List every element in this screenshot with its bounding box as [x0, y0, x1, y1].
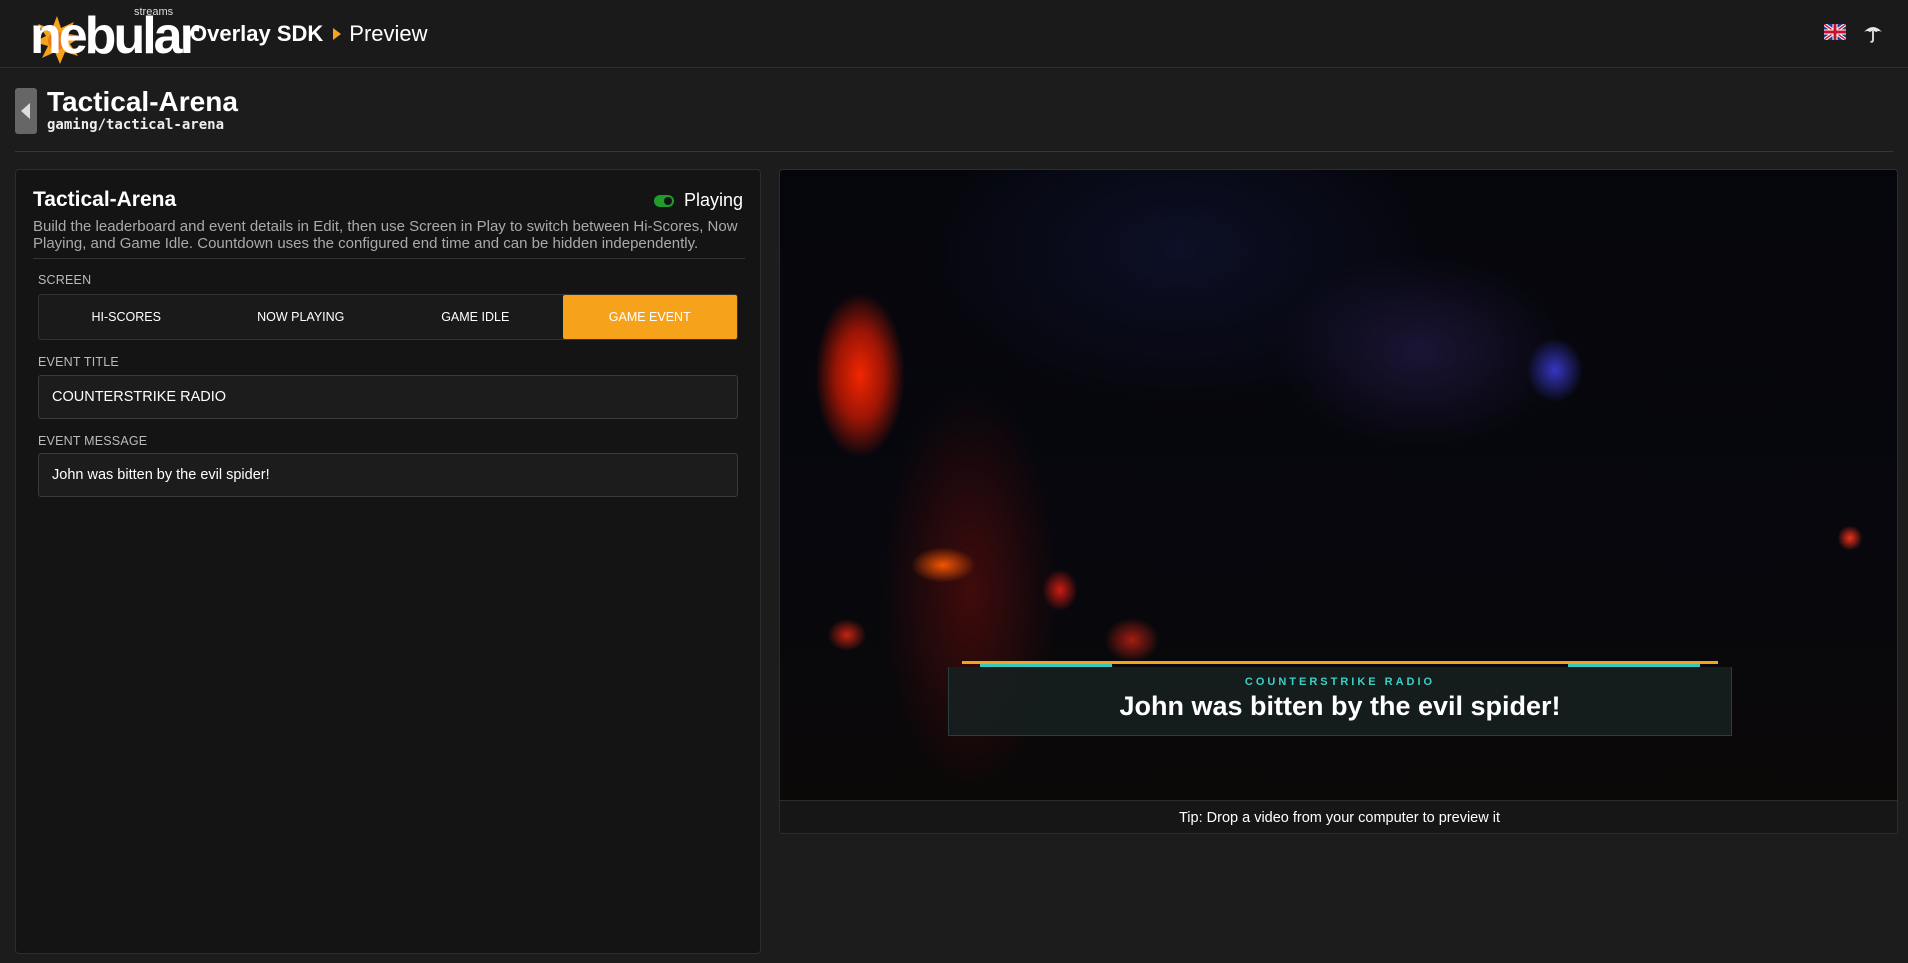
logo-subtitle: streams: [134, 6, 174, 18]
drop-video-tip: Tip: Drop a video from your computer to …: [780, 800, 1897, 833]
screen-option-game-idle[interactable]: GAME IDLE: [388, 295, 563, 339]
editor-title: Tactical-Arena: [33, 188, 177, 211]
overlay-message: John was bitten by the evil spider!: [1119, 691, 1561, 721]
screen-selector: HI-SCORES NOW PLAYING GAME IDLE GAME EVE…: [38, 294, 738, 340]
event-title-input[interactable]: [38, 375, 738, 419]
overlay-title: COUNTERSTRIKE RADIO: [1244, 676, 1436, 688]
title-divider: [15, 151, 1893, 152]
nebular-logo[interactable]: nebular streams: [30, 4, 200, 64]
page-title: Tactical-Arena: [47, 86, 238, 117]
preview-panel: COUNTERSTRIKE RADIO John was bitten by t…: [779, 169, 1898, 834]
page-path: gaming/tactical-arena: [47, 117, 225, 133]
editor-divider: [33, 258, 745, 259]
breadcrumb: Overlay SDK Preview: [190, 21, 428, 47]
editor-description: Build the leaderboard and event details …: [33, 218, 738, 252]
event-title-label: EVENT TITLE: [38, 355, 119, 369]
editor-panel: Tactical-Arena Playing Build the leaderb…: [15, 169, 761, 954]
play-status[interactable]: Playing: [653, 190, 743, 211]
screen-option-game-event[interactable]: GAME EVENT: [562, 295, 737, 339]
back-button[interactable]: [15, 88, 37, 134]
play-toggle[interactable]: [653, 194, 674, 207]
top-bar: nebular streams Overlay SDK Preview: [0, 0, 1908, 68]
breadcrumb-page: Preview: [349, 21, 428, 46]
video-preview[interactable]: COUNTERSTRIKE RADIO John was bitten by t…: [780, 170, 1897, 800]
screen-option-hi-scores[interactable]: HI-SCORES: [39, 295, 214, 339]
event-message-input[interactable]: [38, 453, 738, 497]
status-label: Playing: [683, 190, 743, 210]
breadcrumb-section[interactable]: Overlay SDK: [190, 21, 323, 47]
event-message-label: EVENT MESSAGE: [38, 434, 148, 448]
breadcrumb-chevron-icon: [333, 28, 342, 40]
screen-option-now-playing[interactable]: NOW PLAYING: [214, 295, 389, 339]
umbrella-icon[interactable]: [1862, 22, 1884, 44]
event-overlay: COUNTERSTRIKE RADIO John was bitten by t…: [948, 661, 1732, 736]
screen-label: SCREEN: [38, 273, 92, 287]
uk-flag-icon[interactable]: [1824, 24, 1846, 40]
